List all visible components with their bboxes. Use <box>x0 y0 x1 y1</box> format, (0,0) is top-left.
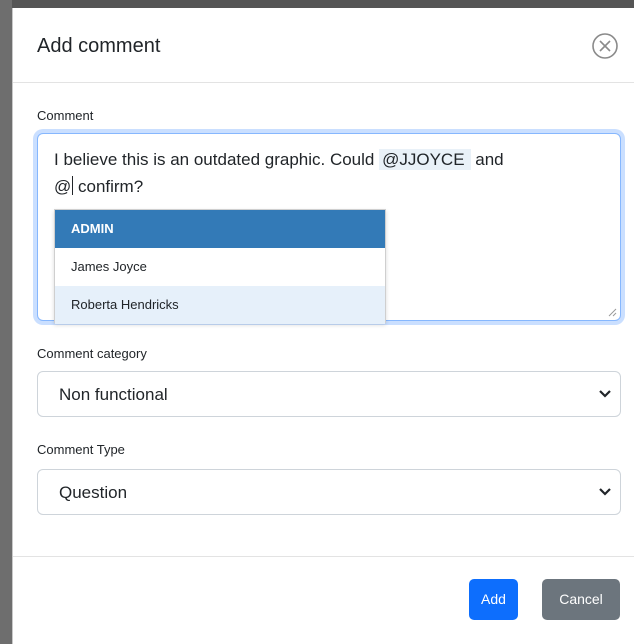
chevron-down-icon <box>599 488 611 496</box>
comment-text-middle: and <box>470 150 504 169</box>
mention-option-james-joyce[interactable]: James Joyce <box>55 248 385 286</box>
dialog-footer: Add Cancel <box>13 556 634 644</box>
comment-label: Comment <box>37 108 94 123</box>
dialog-header: Add comment <box>13 8 634 83</box>
comment-text-at: @ <box>54 177 72 196</box>
backdrop <box>0 0 634 8</box>
mention-option-admin[interactable]: ADMIN <box>55 210 385 248</box>
type-label: Comment Type <box>37 442 125 457</box>
comment-text: I believe this is an outdated graphic. C… <box>54 146 614 200</box>
type-select[interactable]: Question <box>37 469 621 515</box>
category-label: Comment category <box>37 346 147 361</box>
close-button[interactable] <box>591 32 619 60</box>
comment-text-before: I believe this is an outdated graphic. C… <box>54 150 380 169</box>
mention-tag: @JJOYCE <box>379 149 471 170</box>
dialog-title: Add comment <box>37 35 161 57</box>
category-select[interactable]: Non functional <box>37 371 621 417</box>
mention-suggestions-dropdown: ADMIN James Joyce Roberta Hendricks <box>54 209 386 324</box>
type-value: Question <box>59 483 128 502</box>
category-value: Non functional <box>59 385 168 404</box>
add-button[interactable]: Add <box>469 579 518 620</box>
close-circle-icon <box>592 33 618 59</box>
backdrop-page-edge <box>0 0 12 644</box>
mention-option-roberta-hendricks[interactable]: Roberta Hendricks <box>55 286 385 324</box>
chevron-down-icon <box>599 390 611 398</box>
comment-text-after: confirm? <box>73 177 144 196</box>
add-comment-dialog: Add comment Comment I believe this is an… <box>12 8 634 644</box>
resize-handle-icon[interactable] <box>607 307 617 317</box>
cancel-button[interactable]: Cancel <box>542 579 620 620</box>
